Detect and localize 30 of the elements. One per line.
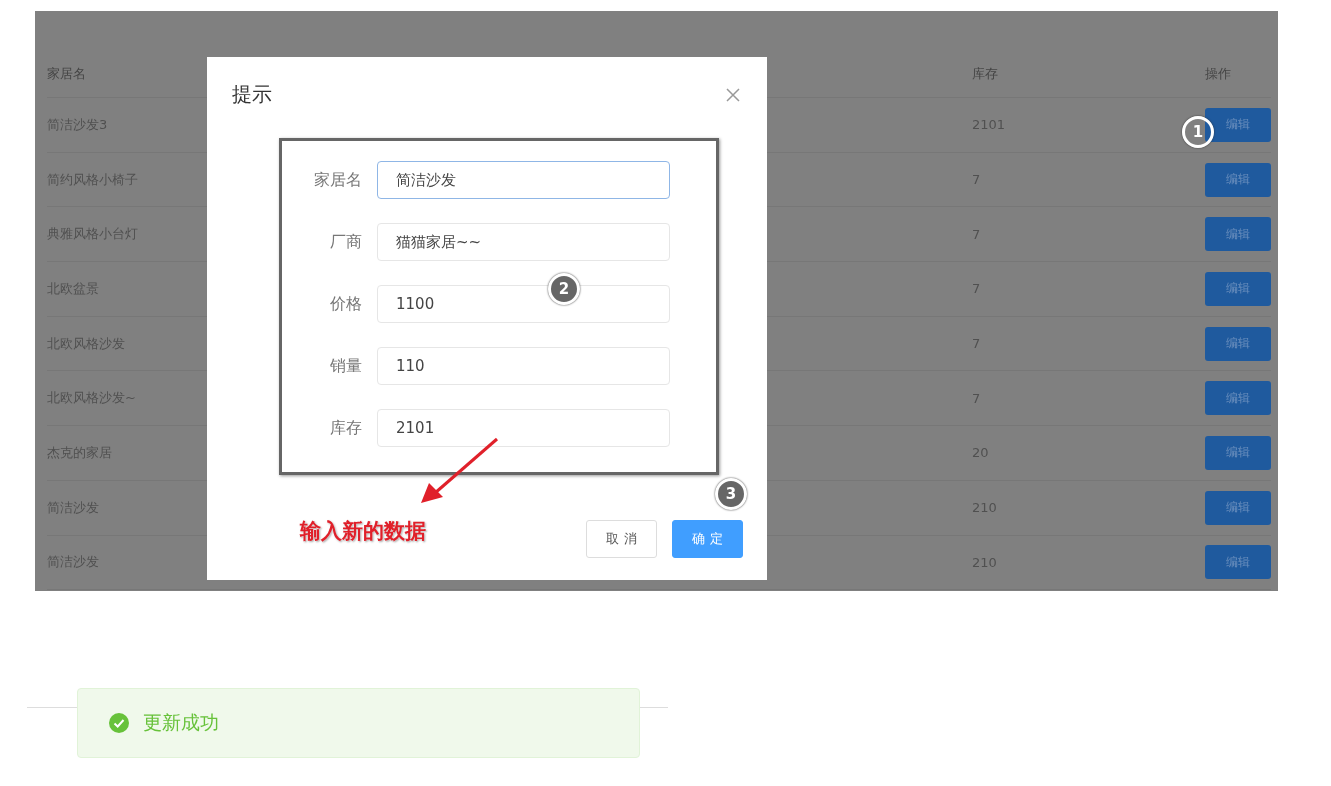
cancel-button[interactable]: 取 消 xyxy=(586,520,657,558)
confirm-button[interactable]: 确 定 xyxy=(672,520,743,558)
input-field[interactable]: 猫猫家居~~ xyxy=(377,223,670,261)
input-field[interactable]: 2101 xyxy=(377,409,670,447)
step-number: 3 xyxy=(715,478,747,510)
edit-button[interactable]: 编辑 xyxy=(1205,162,1271,197)
field-label: 家居名 xyxy=(313,169,362,191)
field-label: 厂商 xyxy=(329,231,362,253)
edit-button[interactable]: 编辑 xyxy=(1205,326,1271,361)
edit-button[interactable]: 编辑 xyxy=(1205,217,1271,252)
step-number: 1 xyxy=(1182,116,1214,148)
edit-button[interactable]: 编辑 xyxy=(1205,107,1271,142)
edit-button[interactable]: 编辑 xyxy=(1205,490,1271,525)
edit-button[interactable]: 编辑 xyxy=(1205,271,1271,306)
check-circle-icon xyxy=(109,713,129,733)
close-icon[interactable] xyxy=(726,87,740,102)
dialog-title: 提示 xyxy=(232,81,272,108)
input-field[interactable]: 110 xyxy=(377,347,670,385)
input-field[interactable]: 简洁沙发 xyxy=(377,161,670,199)
field-label: 价格 xyxy=(329,293,362,315)
field-label: 销量 xyxy=(329,355,362,377)
edit-button[interactable]: 编辑 xyxy=(1205,545,1271,580)
column-header: 库存 xyxy=(972,64,998,83)
annotation-text: 输入新的数据 xyxy=(300,518,426,545)
edit-button[interactable]: 编辑 xyxy=(1205,381,1271,416)
step-number: 2 xyxy=(548,273,580,305)
field-label: 库存 xyxy=(329,417,362,439)
edit-button[interactable]: 编辑 xyxy=(1205,435,1271,470)
toast-message: 更新成功 xyxy=(143,710,219,735)
column-header: 家居名 xyxy=(47,64,86,83)
